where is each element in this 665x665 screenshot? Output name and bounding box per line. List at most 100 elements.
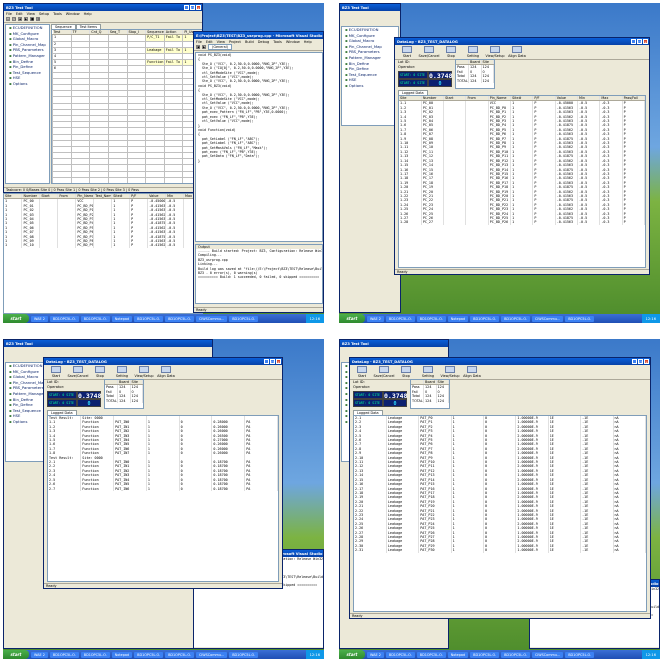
toolbar-button-view-setup[interactable]: View/Setup (485, 46, 505, 58)
editor-menu-item[interactable]: Help (304, 40, 312, 44)
close-button[interactable]: × (196, 5, 201, 10)
run-icon[interactable]: ▶ (24, 17, 28, 21)
toolbar-button-stop[interactable]: Stop (396, 366, 416, 378)
editor-menu-item[interactable]: Window (286, 40, 300, 44)
editor-menu-item[interactable]: Debug (258, 40, 270, 44)
settings-icon[interactable]: ⚙ (36, 17, 40, 21)
start-button[interactable]: start (339, 314, 365, 323)
taskbar-button[interactable]: CiWSCommu... (531, 315, 564, 322)
menu-item[interactable]: Help (84, 12, 92, 16)
minimize-button[interactable]: _ (264, 359, 269, 364)
taskbar-button[interactable]: Notepad (111, 651, 133, 658)
toolbar-button-setting[interactable]: Setting (418, 366, 438, 378)
taskbar-button[interactable]: BD1OPC5L.O. (134, 651, 164, 658)
menu-item[interactable]: File (6, 12, 12, 16)
taskbar-button[interactable]: BD1OPC5L.O. (229, 315, 259, 322)
toolbar-button-start[interactable]: Start (352, 366, 372, 378)
build-icon[interactable]: ▣ (196, 45, 200, 49)
maximize-button[interactable]: □ (190, 5, 195, 10)
toolbar-button-align-data[interactable]: Align Data (462, 366, 482, 378)
toolbar-button-align-data[interactable]: Align Data (507, 46, 527, 58)
editor-menu-item[interactable]: Build (245, 40, 254, 44)
close-button[interactable]: × (643, 39, 648, 44)
code-editor[interactable]: void PS_BZ3(void){ Ste_O ("VCC", 0.2,50.… (195, 52, 323, 242)
taskbar-button[interactable]: BD1OPC5L.O. (80, 651, 110, 658)
maximize-button[interactable]: □ (637, 39, 642, 44)
minimize-button[interactable]: _ (631, 39, 636, 44)
toolbar-button-stop[interactable]: Stop (90, 366, 110, 378)
menu-item[interactable]: Tools (53, 12, 62, 16)
menu-item[interactable]: Setup (39, 12, 49, 16)
tree-item[interactable]: Options (6, 419, 44, 425)
grid-row[interactable] (52, 182, 202, 183)
taskbar-button[interactable]: BD1OPC5L.O. (165, 651, 194, 658)
debug-icon[interactable]: ▶ (202, 45, 206, 49)
taskbar-button[interactable]: BD1OPC5L.O. (416, 651, 446, 658)
grid-cell[interactable] (70, 182, 91, 183)
editor-menu-item[interactable]: Tools (273, 40, 282, 44)
start-button[interactable]: start (3, 314, 29, 323)
minimize-button[interactable]: _ (632, 359, 637, 364)
maximize-button[interactable]: □ (638, 359, 643, 364)
taskbar-button[interactable]: CiWSCommu... (195, 315, 228, 322)
tree-item[interactable]: Pattern_Manager (6, 53, 49, 59)
editor-menu-item[interactable]: Edit (206, 40, 213, 44)
grid-cell[interactable] (163, 182, 184, 183)
tree-item[interactable]: Pattern_Manager (6, 391, 44, 397)
taskbar-button[interactable]: BD1OPC5L.O. (134, 315, 164, 322)
toolbar-button-view-setup[interactable]: View/Setup (440, 366, 460, 378)
toolbar-button-save-cancel[interactable]: Save/Cancel (419, 46, 439, 58)
taskbar-button[interactable]: BD1OPC5L.O. (565, 315, 595, 322)
taskbar-button[interactable]: BD1OPC5L.O. (501, 315, 530, 322)
grid-cell[interactable]: Fail To Site (163, 59, 184, 67)
toolbar-button-view-setup[interactable]: View/Setup (134, 366, 154, 378)
new-icon[interactable]: ▫ (6, 17, 10, 21)
taskbar-button[interactable]: CiWSCommu... (195, 651, 228, 658)
taskbar-button[interactable]: BD1OPC5L.O. (501, 651, 530, 658)
tree-item[interactable]: ECUDEFINITION (6, 363, 44, 369)
toolbar-button-align-data[interactable]: Align Data (156, 366, 176, 378)
taskbar-button[interactable]: BD1OPC5L.O. (80, 315, 110, 322)
toolbar-button-start[interactable]: Start (46, 366, 66, 378)
grid-cell[interactable] (107, 182, 128, 183)
tree-item[interactable]: Options (6, 81, 49, 87)
taskbar-button[interactable]: BD1OPC5L.O. (416, 315, 446, 322)
start-button[interactable]: start (3, 650, 29, 659)
grid-cell[interactable]: Function (145, 59, 165, 67)
editor-menu-item[interactable]: View (217, 40, 225, 44)
menu-item[interactable]: Edit (16, 12, 23, 16)
taskbar-button[interactable]: BD1OPC5L.O. (385, 315, 415, 322)
toolbar-button-stop[interactable]: Stop (441, 46, 461, 58)
toolbar-button-start[interactable]: Start (397, 46, 417, 58)
grid-cell[interactable]: Fail To Site (163, 46, 184, 55)
stop-icon[interactable]: ■ (30, 17, 34, 21)
grid-cell[interactable] (145, 182, 165, 183)
taskbar-button[interactable]: BD1OPC5L.O. (470, 315, 500, 322)
editor-menu-item[interactable]: File (196, 40, 202, 44)
maximize-button[interactable]: □ (270, 359, 275, 364)
taskbar-button[interactable]: WAE 2 (31, 651, 48, 658)
menu-item[interactable]: View (27, 12, 35, 16)
grid-cell[interactable] (126, 182, 147, 183)
menu-item[interactable]: Window (66, 12, 80, 16)
editor-menu-item[interactable]: Project (229, 40, 241, 44)
taskbar-button[interactable]: BD1OPC5L.O. (385, 651, 415, 658)
toolbar-button-save-cancel[interactable]: Save/Cancel (374, 366, 394, 378)
taskbar-button[interactable]: Notepad (447, 315, 469, 322)
grid-cell[interactable] (52, 182, 72, 183)
taskbar-button[interactable]: BD1OPC5L.O. (470, 651, 500, 658)
scope-dropdown[interactable]: (General) (208, 44, 233, 50)
grid-cell[interactable] (89, 182, 109, 183)
taskbar-button[interactable]: BD1OPC5L.O. (49, 315, 79, 322)
open-icon[interactable]: ▭ (12, 17, 16, 21)
taskbar-button[interactable]: WAE 2 (31, 315, 48, 322)
save-icon[interactable]: ▪ (18, 17, 22, 21)
taskbar-button[interactable]: BD1OPC5L.O. (165, 315, 194, 322)
grid-cell[interactable]: Fail To Site (163, 34, 184, 42)
taskbar-button[interactable]: CiWSCommu... (531, 651, 564, 658)
minimize-button[interactable]: _ (184, 5, 189, 10)
taskbar-button[interactable]: BD1OPC5L.O. (49, 651, 79, 658)
toolbar-button-setting[interactable]: Setting (112, 366, 132, 378)
taskbar-button[interactable]: WAE 2 (367, 651, 384, 658)
taskbar-button[interactable]: Notepad (447, 651, 469, 658)
